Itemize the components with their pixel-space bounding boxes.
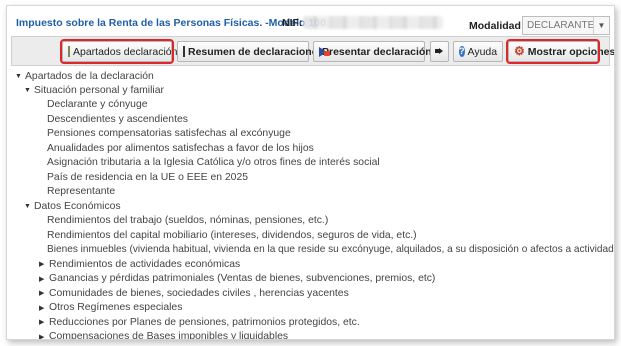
tree-node-collapsed[interactable]: ▶ Ganancias y pérdidas patrimoniales (Ve…: [39, 272, 435, 286]
sheet-icon: [68, 46, 70, 57]
apartados-declaracion-label: Apartados declaración: [73, 45, 178, 58]
list-icon: [183, 46, 185, 57]
tree-node-label: Reducciones por Planes de pensiones, pat…: [49, 316, 360, 328]
resumen-declaraciones-button[interactable]: Resumen de declaraciones: [177, 41, 323, 62]
tree-link-item[interactable]: Rendimientos del capital mobiliario (int…: [47, 228, 417, 242]
tree-link-item[interactable]: Descendientes y ascendientes: [47, 112, 188, 126]
tree-node-label: Ganancias y pérdidas patrimoniales (Vent…: [49, 273, 436, 284]
caret-right-icon[interactable]: ▶: [39, 289, 49, 297]
modalidad-select[interactable]: DECLARANTE ▼: [522, 16, 610, 35]
apartados-declaracion-button[interactable]: Apartados declaración: [60, 39, 177, 64]
main-window: Impuesto sobre la Renta de las Personas …: [6, 5, 615, 340]
resumen-declaraciones-label: Resumen de declaraciones: [188, 45, 324, 58]
caret-right-icon[interactable]: ▶: [39, 318, 49, 326]
tree-node-label: Rendimientos de actividades económicas: [49, 258, 241, 270]
caret-right-icon[interactable]: ▶: [39, 275, 49, 283]
caret-down-icon[interactable]: ▼: [24, 203, 34, 210]
tree-link-item[interactable]: Bienes inmuebles (vivienda habitual, viv…: [47, 243, 614, 257]
toolbar: Apartados declaración Resumen de declara…: [11, 36, 614, 66]
presentar-declaracion-label: Presentar declaración: [322, 45, 432, 58]
tree-node-label: Compensaciones de Bases imponibles y liq…: [49, 331, 289, 340]
modalidad-value: DECLARANTE: [527, 20, 595, 31]
ayuda-button[interactable]: ? Ayuda: [453, 41, 503, 62]
caret-down-icon[interactable]: ▼: [24, 87, 34, 94]
tree-node-collapsed[interactable]: ▶ Rendimientos de actividades económicas: [39, 257, 240, 271]
gear-icon: ⚙: [514, 44, 525, 58]
tree-root-label: Apartados de la declaración: [25, 70, 154, 82]
nif-label: NIF:: [282, 17, 303, 29]
tree-node-label: Comunidades de bienes, sociedades civile…: [49, 287, 349, 299]
tree-link-item[interactable]: Pensiones compensatorias satisfechas al …: [47, 127, 291, 141]
presentar-declaracion-button[interactable]: Presentar declaración: [313, 41, 432, 62]
tree-node-datos-economicos[interactable]: ▼ Datos Económicos: [24, 199, 121, 213]
tree-node-collapsed[interactable]: ▶ Otros Regímenes especiales: [39, 301, 182, 315]
tree-root[interactable]: ▼ Apartados de la declaración: [15, 69, 154, 83]
video-button[interactable]: [430, 41, 449, 62]
tree-link-item[interactable]: Declarante y cónyuge: [47, 98, 148, 112]
tree-node-collapsed[interactable]: ▶ Compensaciones de Bases imponibles y l…: [39, 330, 289, 340]
header: Impuesto sobre la Renta de las Personas …: [7, 6, 614, 36]
ayuda-label: Ayuda: [467, 45, 498, 58]
tree-node-label: Datos Económicos: [34, 200, 121, 212]
modalidad-label: Modalidad: [469, 20, 521, 32]
chevron-down-icon[interactable]: ▼: [593, 17, 609, 34]
tree-node-situacion[interactable]: ▼ Situación personal y familiar: [24, 83, 164, 97]
tree-link-item[interactable]: Anualidades por alimentos satisfechas a …: [47, 141, 314, 155]
tree-link-item[interactable]: Rendimientos del trabajo (sueldos, nómin…: [47, 214, 328, 228]
nif-value-redacted: [303, 16, 443, 29]
tree-node-label: Otros Regímenes especiales: [49, 302, 183, 313]
tree-node-collapsed[interactable]: ▶ Reducciones por Planes de pensiones, p…: [39, 315, 360, 329]
mostrar-opciones-button[interactable]: ⚙ Mostrar opciones: [506, 39, 614, 64]
page-title: Impuesto sobre la Renta de las Personas …: [16, 17, 326, 29]
caret-down-icon[interactable]: ▼: [15, 73, 25, 80]
caret-right-icon[interactable]: ▶: [39, 333, 49, 340]
tree-link-item[interactable]: Asignación tributaria a la Iglesia Catól…: [47, 156, 380, 170]
mostrar-opciones-label: Mostrar opciones: [527, 45, 615, 58]
tree-link-item[interactable]: Representante: [47, 185, 115, 199]
video-camera-icon: [435, 46, 443, 57]
caret-right-icon[interactable]: ▶: [39, 260, 49, 268]
caret-right-icon[interactable]: ▶: [39, 304, 49, 312]
tree-node-collapsed[interactable]: ▶ Comunidades de bienes, sociedades civi…: [39, 286, 349, 300]
tree-link-item[interactable]: País de residencia en la UE o EEE en 202…: [47, 170, 248, 184]
help-icon: ?: [459, 46, 465, 57]
tree-node-label: Situación personal y familiar: [34, 84, 164, 96]
